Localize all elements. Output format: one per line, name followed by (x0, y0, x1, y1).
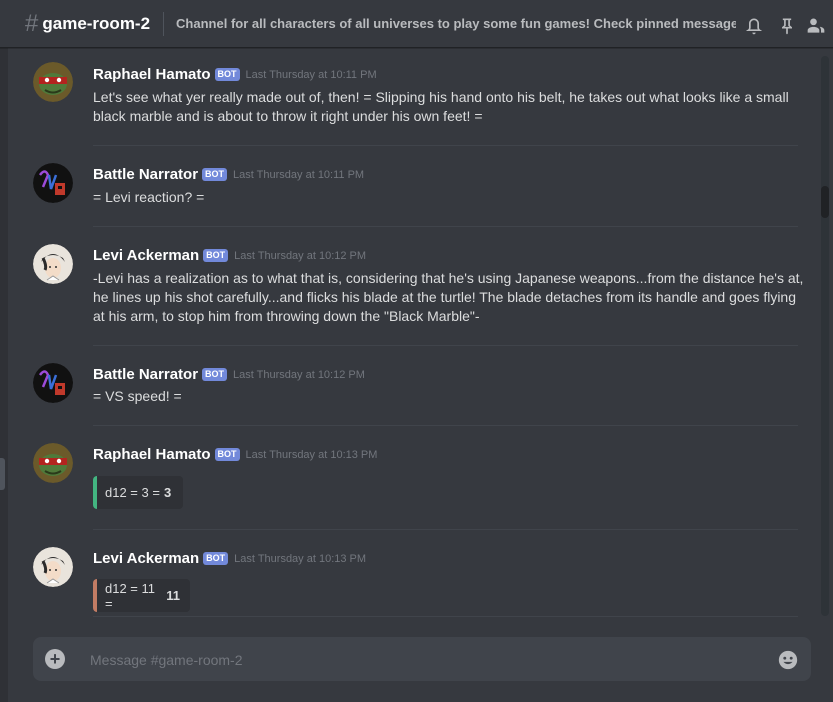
bot-badge: BOT (202, 368, 228, 381)
message-divider (93, 145, 798, 146)
message-divider (93, 345, 798, 346)
embed-color-bar (93, 579, 97, 612)
emoji-icon[interactable] (777, 649, 799, 671)
timestamp: Last Thursday at 10:11 PM (245, 68, 377, 81)
message-divider (93, 529, 798, 530)
channel-name[interactable]: game-room-2 (42, 14, 150, 34)
username[interactable]: Raphael Hamato (93, 66, 211, 83)
message-composer: + (33, 637, 811, 681)
message-divider (93, 226, 798, 227)
username[interactable]: Levi Ackerman (93, 550, 199, 567)
embed-roll-text: d12 = 3 = (105, 485, 160, 500)
bot-badge: BOT (214, 448, 240, 461)
message-content: = Levi reaction? = (93, 189, 205, 205)
avatar-levi[interactable] (33, 547, 73, 587)
dice-roll-embed: d12 = 11 = 11 (93, 579, 190, 612)
messages-scrollbar[interactable] (821, 56, 829, 616)
channel-topic[interactable]: Channel for all characters of all univer… (176, 16, 736, 31)
pin-icon[interactable] (777, 16, 797, 36)
username[interactable]: Raphael Hamato (93, 446, 211, 463)
message-header: Raphael Hamato BOT Last Thursday at 10:1… (93, 66, 377, 83)
timestamp: Last Thursday at 10:12 PM (233, 368, 365, 381)
plus-circle-icon[interactable]: + (45, 649, 65, 669)
username[interactable]: Battle Narrator (93, 366, 198, 383)
avatar-battle-narrator[interactable] (33, 163, 73, 203)
embed-roll-result: 3 (163, 485, 172, 500)
username[interactable]: Battle Narrator (93, 166, 198, 183)
username[interactable]: Levi Ackerman (93, 247, 199, 264)
message-header: Battle Narrator BOT Last Thursday at 10:… (93, 166, 364, 183)
message-header: Raphael Hamato BOT Last Thursday at 10:1… (93, 446, 377, 463)
message-input[interactable] (88, 648, 732, 672)
message-content: = VS speed! = (93, 388, 182, 404)
message-header: Battle Narrator BOT Last Thursday at 10:… (93, 366, 365, 383)
avatar-raphael[interactable] (33, 443, 73, 483)
header-divider (163, 11, 165, 36)
embed-roll-text: d12 = 11 = (105, 580, 156, 611)
members-icon[interactable] (806, 16, 826, 36)
avatar-battle-narrator[interactable] (33, 363, 73, 403)
timestamp: Last Thursday at 10:13 PM (234, 552, 367, 565)
timestamp: Last Thursday at 10:11 PM (233, 168, 365, 181)
timestamp: Last Thursday at 10:13 PM (245, 448, 378, 461)
message-content: Let's see what yer really made out of, t… (93, 89, 789, 124)
bot-badge: BOT (203, 552, 229, 565)
embed-roll-result: 11 (166, 588, 180, 603)
message-divider (93, 616, 798, 617)
channel-header: # game-room-2 Channel for all characters… (0, 0, 833, 48)
avatar-levi[interactable] (33, 244, 73, 284)
bot-badge: BOT (202, 168, 228, 181)
bot-badge: BOT (214, 68, 240, 81)
message-divider (93, 425, 798, 426)
bell-icon[interactable] (744, 16, 764, 36)
message-content: -Levi has a realization as to what that … (93, 270, 804, 324)
channel-hash-icon: # (25, 9, 39, 37)
bot-badge: BOT (203, 249, 229, 262)
timestamp: Last Thursday at 10:12 PM (234, 249, 367, 262)
avatar-raphael[interactable] (33, 62, 73, 102)
scrollbar-thumb[interactable] (821, 186, 829, 218)
embed-color-bar (93, 476, 97, 509)
server-indicator (0, 458, 5, 490)
dice-roll-embed: d12 = 3 = 3 (93, 476, 183, 509)
message-header: Levi Ackerman BOT Last Thursday at 10:12… (93, 247, 366, 264)
left-panel-edge (0, 48, 8, 702)
message-header: Levi Ackerman BOT Last Thursday at 10:13… (93, 550, 366, 567)
